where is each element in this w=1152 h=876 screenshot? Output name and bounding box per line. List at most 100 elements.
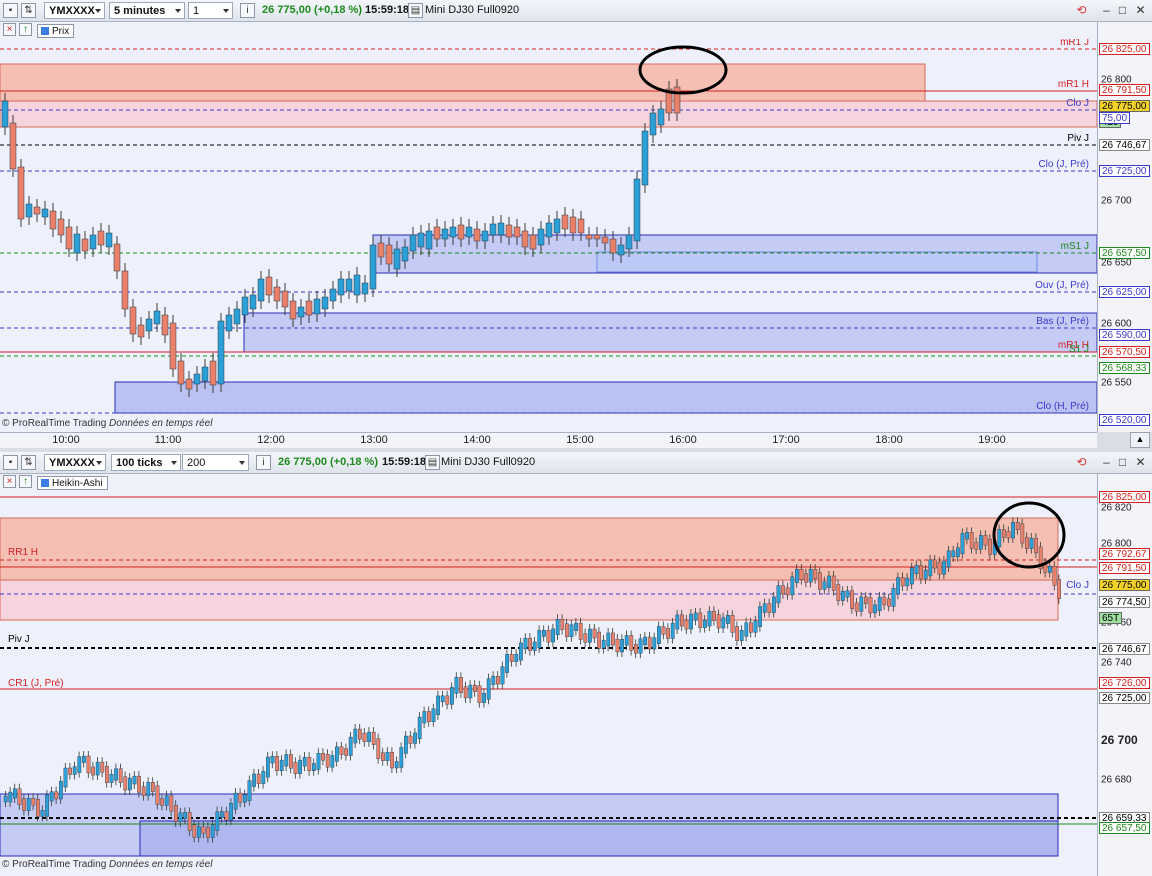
bottom-price-chart[interactable]: © ProRealTime Trading Données en temps r…	[0, 491, 1097, 876]
candle	[224, 811, 229, 821]
candle	[358, 728, 362, 740]
candle	[882, 596, 887, 606]
candle	[946, 550, 951, 568]
minimize-icon[interactable]: –	[1099, 3, 1114, 18]
candle	[281, 290, 289, 308]
candle	[249, 294, 257, 310]
candle	[625, 234, 633, 250]
chevron-down-icon	[239, 461, 245, 465]
window-menu-icon[interactable]: ▪	[3, 3, 18, 18]
candle	[707, 610, 712, 627]
indicator-tag-label: Heikin-Ashi	[52, 478, 103, 489]
candle	[638, 638, 643, 654]
period-select[interactable]: 1 jour	[188, 2, 233, 34]
close-icon[interactable]: ✕	[1133, 3, 1148, 18]
candle	[316, 753, 321, 770]
timeframe-label: 5 minutes	[114, 5, 166, 17]
maximize-icon[interactable]: □	[1115, 3, 1130, 18]
price-tag: 26 774,50	[1099, 596, 1150, 608]
candle	[123, 776, 128, 791]
candle	[577, 218, 585, 234]
candle	[353, 274, 361, 296]
symbol-select[interactable]: YMXXXX	[44, 2, 105, 19]
zoom-icon[interactable]: ▲	[1130, 432, 1150, 448]
timeframe-select[interactable]: 100 ticks	[111, 454, 181, 471]
maximize-icon[interactable]: □	[1115, 455, 1130, 470]
top-price-chart[interactable]: © ProRealTime Trading Données en temps r…	[0, 39, 1097, 432]
candle	[629, 635, 634, 651]
time-tick-label: 13:00	[360, 434, 388, 446]
credit-text: Données en temps réel	[109, 859, 213, 870]
candle	[417, 716, 422, 740]
window-menu-icon[interactable]: ▪	[3, 455, 18, 470]
close-icon[interactable]: ✕	[1133, 455, 1148, 470]
candle	[565, 623, 569, 638]
indicator-tag[interactable]: Prix	[37, 24, 75, 38]
candle	[77, 756, 82, 773]
candle	[721, 617, 726, 629]
candle	[196, 826, 201, 838]
minimize-icon[interactable]: –	[1099, 455, 1114, 470]
candle	[137, 775, 141, 793]
candle	[859, 596, 864, 612]
top-time-axis[interactable]: 10:00 11:00 12:00 13:00 14:00 15:00 16:00 17:00…	[0, 432, 1097, 448]
candle	[545, 222, 553, 238]
timeframe-select[interactable]: 5 minutes	[109, 2, 185, 19]
candle	[633, 178, 641, 242]
remove-indicator-icon[interactable]: ×	[3, 475, 16, 488]
candle	[910, 567, 914, 585]
level-label: Clo J	[1066, 98, 1089, 109]
symbol-label: YMXXXX	[49, 457, 95, 469]
candle	[210, 824, 215, 838]
add-indicator-icon[interactable]: ↑	[19, 23, 32, 36]
indicator-tag-label: Prix	[52, 26, 70, 37]
refresh-icon[interactable]: ⟲	[1074, 455, 1089, 470]
candle	[150, 782, 155, 792]
refresh-icon[interactable]: ⟲	[1074, 3, 1089, 18]
candle	[201, 366, 209, 382]
support-zone	[596, 251, 1038, 273]
candle	[233, 792, 238, 810]
candle	[215, 811, 220, 831]
time-tick-label: 19:00	[978, 434, 1006, 446]
bottom-price-axis[interactable]: 26 82026 80026 76026 74026 70026 68026 8…	[1097, 474, 1152, 876]
candle	[12, 788, 17, 799]
candle	[256, 773, 261, 784]
candle	[703, 619, 707, 628]
remove-indicator-icon[interactable]: ×	[3, 23, 16, 36]
candle	[105, 232, 113, 248]
candle	[505, 224, 513, 238]
add-indicator-icon[interactable]: ↑	[19, 475, 32, 488]
candle	[385, 752, 390, 761]
candle	[399, 747, 404, 768]
candle	[887, 598, 891, 607]
candle	[393, 248, 401, 270]
sort-icon[interactable]: ⇅	[21, 455, 36, 470]
info-icon[interactable]: i	[240, 3, 255, 18]
symbol-select[interactable]: YMXXXX	[44, 454, 106, 471]
candle	[513, 226, 521, 238]
candle	[528, 637, 533, 651]
time-text: 15:59:18	[382, 456, 427, 468]
candle	[441, 228, 449, 240]
candle	[177, 360, 185, 385]
candle	[928, 559, 933, 577]
candle	[445, 695, 450, 705]
top-price-axis[interactable]: 26 800 26 700 26 650 26 600 26 550 26 825,00 2…	[1097, 22, 1152, 432]
candle	[385, 244, 393, 265]
candle	[25, 203, 33, 218]
time-tick-label: 18:00	[875, 434, 903, 446]
candle	[185, 378, 193, 390]
candle	[289, 754, 293, 769]
candle	[178, 812, 183, 822]
price-tag: 26 520,00	[1099, 414, 1150, 426]
candle	[923, 569, 928, 580]
sort-icon[interactable]: ⇅	[21, 3, 36, 18]
candle	[440, 695, 445, 703]
period-select[interactable]: 200 unités	[182, 454, 249, 486]
info-icon[interactable]: i	[256, 455, 271, 470]
candle	[960, 533, 965, 554]
indicator-tag[interactable]: Heikin-Ashi	[37, 476, 108, 490]
candle	[845, 590, 850, 598]
candle	[381, 752, 385, 761]
